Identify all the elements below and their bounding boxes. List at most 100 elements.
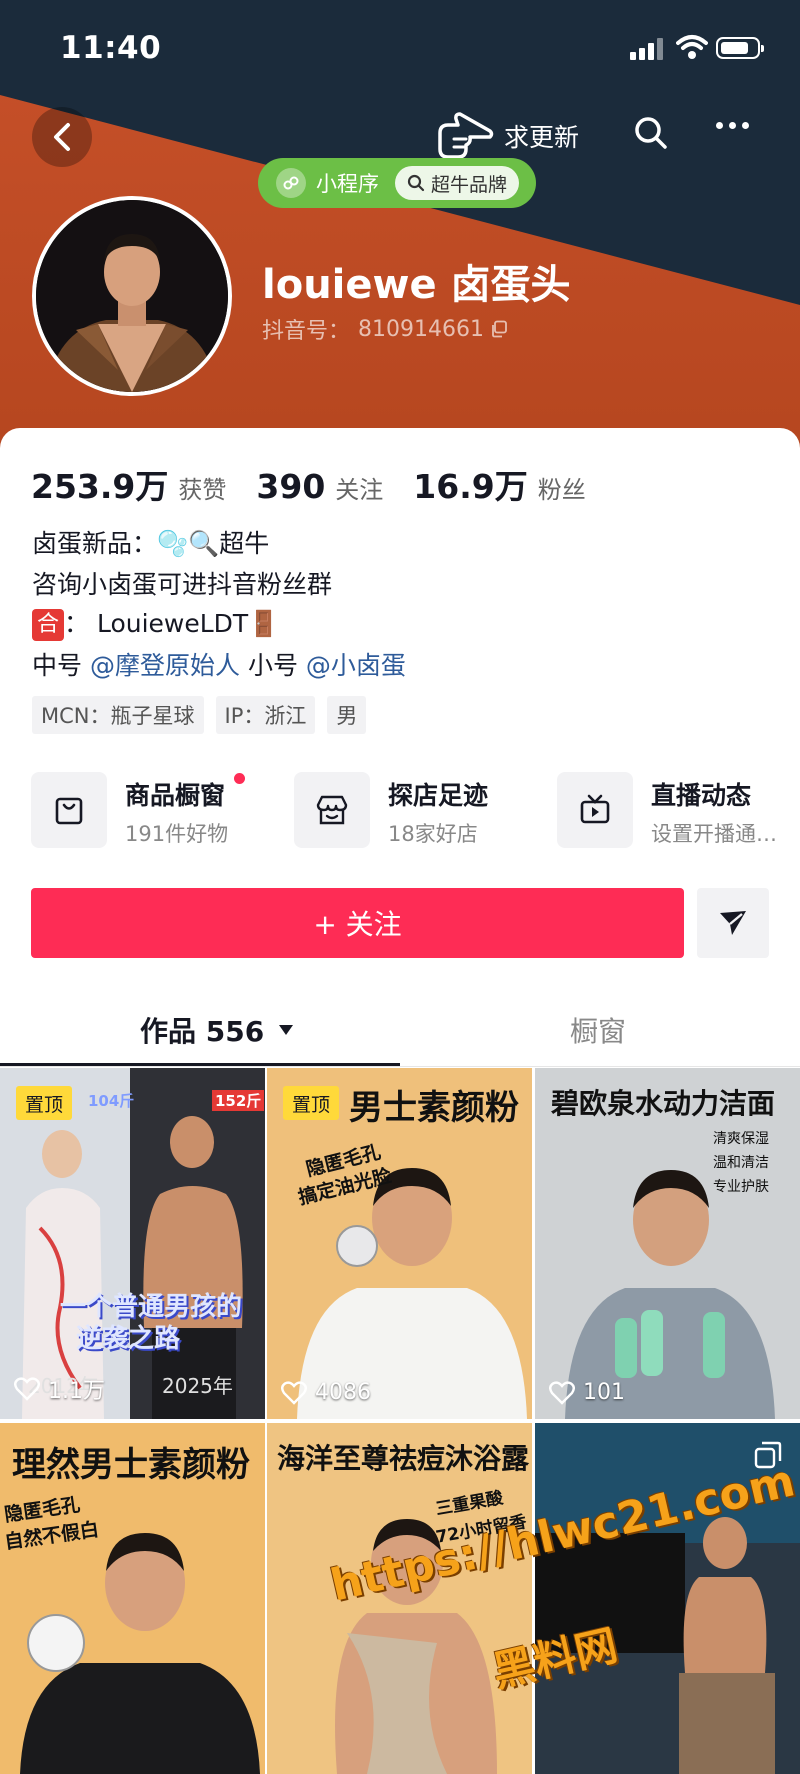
like-count-value: 101	[583, 1380, 625, 1405]
mini-program-banner[interactable]: 小程序 超牛品牌	[258, 158, 536, 208]
video-overlay-text: 152斤	[212, 1090, 265, 1111]
video-thumbnail[interactable]: 理然男士素颜粉 隐匿毛孔 自然不假白	[0, 1423, 265, 1774]
search-icon[interactable]	[633, 115, 669, 151]
stat-label: 粉丝	[537, 476, 586, 504]
stat-likes[interactable]: 253.9万 获赞	[31, 460, 226, 508]
feature-title: 探店足迹	[388, 781, 489, 810]
wifi-icon	[676, 35, 708, 59]
status-bar: 11:40	[0, 28, 800, 68]
bio-text: 超牛	[219, 529, 270, 558]
tab-divider	[0, 1066, 800, 1067]
bio-line-1: 卤蛋新品：🫧🔍超牛	[32, 524, 269, 560]
request-update-button[interactable]: 求更新	[436, 110, 579, 162]
video-overlay-text: 专业护肤	[713, 1179, 769, 1195]
tag-ip: IP：浙江	[215, 696, 316, 734]
bio-line-2: 咨询小卤蛋可进抖音粉丝群	[32, 570, 333, 599]
tag-gender: 男	[327, 696, 367, 734]
stat-value: 390	[256, 467, 326, 506]
tab-window[interactable]: 橱窗	[570, 1010, 626, 1050]
battery-icon	[716, 37, 764, 59]
feature-store-visits[interactable]: 探店足迹 18家好店	[294, 770, 534, 850]
share-button[interactable]	[697, 888, 769, 958]
douyin-id-value: 810914661	[358, 316, 484, 342]
stat-following[interactable]: 390 关注	[256, 467, 383, 506]
bio-line-3: 合： LouieweLDT🚪	[32, 604, 279, 641]
video-overlay-text: 温和清洁	[713, 1155, 769, 1171]
heart-icon	[14, 1377, 40, 1401]
bio-text: 中号	[32, 651, 83, 680]
bio-text: ：	[64, 609, 90, 638]
like-count: 4086	[281, 1380, 371, 1405]
video-thumbnail[interactable]: 碧欧泉水动力洁面 清爽保湿 温和清洁 专业护肤 101	[535, 1068, 800, 1419]
bio-line-4: 中号 @摩登原始人 小号 @小卤蛋	[32, 646, 406, 682]
video-overlay-text: 碧欧泉水动力洁面	[551, 1087, 776, 1120]
video-overlay-text: 清爽保湿	[713, 1131, 769, 1147]
bio-text: 小号	[247, 651, 298, 680]
request-update-label: 求更新	[504, 123, 580, 152]
profile-stats: 253.9万 获赞 390 关注 16.9万 粉丝	[31, 460, 616, 508]
feature-subtitle: 设置开播通…	[651, 822, 777, 846]
copy-icon[interactable]	[490, 320, 508, 338]
stat-value: 253.9万	[31, 467, 169, 506]
video-overlay-text: 理然男士素颜粉	[12, 1445, 250, 1485]
douyin-id-label: 抖音号：	[262, 319, 351, 344]
heart-icon	[549, 1380, 575, 1405]
bag-icon	[31, 772, 107, 848]
brand-chip[interactable]: 超牛品牌	[395, 166, 520, 200]
caret-down-icon	[279, 1025, 294, 1035]
mini-program-label: 小程序	[316, 172, 379, 196]
like-count-value: 1.1万	[48, 1379, 105, 1404]
video-overlay-text: 2025年	[162, 1374, 233, 1398]
he-badge-icon: 合	[32, 609, 64, 641]
douyin-id: 抖音号： 810914661	[262, 313, 508, 345]
profile-tags: MCN：瓶子星球 IP：浙江 男	[32, 696, 367, 734]
like-count: 101	[549, 1380, 625, 1405]
video-overlay-text: 海洋至尊祛痘沐浴露	[277, 1442, 530, 1475]
follow-button[interactable]: + 关注	[31, 888, 684, 958]
feature-subtitle: 18家好店	[388, 822, 478, 846]
door-icon: 🚪	[248, 609, 280, 638]
feature-title: 直播动态	[651, 781, 752, 810]
send-icon	[720, 911, 746, 935]
notification-dot	[234, 773, 245, 784]
stat-label: 获赞	[178, 476, 227, 504]
mini-program-icon	[276, 168, 306, 198]
tab-label: 作品 556	[140, 1015, 265, 1048]
feature-title: 商品橱窗	[125, 781, 226, 810]
feature-product-window[interactable]: 商品橱窗 191件好物	[31, 770, 271, 850]
status-time: 11:40	[60, 30, 162, 66]
brand-chip-label: 超牛品牌	[431, 173, 508, 196]
like-count-value: 4086	[315, 1380, 371, 1405]
shop-icon	[294, 772, 370, 848]
heart-icon	[281, 1380, 307, 1405]
feature-subtitle: 191件好物	[125, 822, 229, 846]
feature-live-updates[interactable]: 直播动态 设置开播通…	[557, 770, 797, 850]
video-thumbnail[interactable]: 置顶 104斤 152斤 一个普通男孩的 逆袭之路 2012年 2025年 1.…	[0, 1068, 265, 1419]
pointing-hand-icon	[438, 112, 494, 159]
bio-emoji: 🫧🔍	[157, 529, 220, 558]
video-overlay-text: 104斤	[88, 1092, 135, 1110]
video-overlay-text: 男士素颜粉	[349, 1088, 519, 1128]
pinned-badge: 置顶	[16, 1086, 73, 1120]
stat-followers[interactable]: 16.9万 粉丝	[413, 460, 585, 508]
profile-name: louiewe 卤蛋头	[262, 262, 571, 308]
tag-mcn[interactable]: MCN：瓶子星球	[32, 696, 204, 734]
stat-value: 16.9万	[413, 467, 528, 506]
bio-text: LouieweLDT	[96, 609, 249, 638]
mention-link[interactable]: @小卤蛋	[306, 651, 406, 680]
tv-icon	[557, 772, 633, 848]
back-button[interactable]	[32, 107, 92, 167]
like-count: 1.1万	[14, 1373, 105, 1405]
tab-works[interactable]: 作品 556	[140, 1010, 294, 1050]
search-icon	[407, 174, 425, 192]
video-thumbnail[interactable]: 置顶 男士素颜粉 隐匿毛孔 搞定油光脸 4086	[267, 1068, 532, 1419]
pinned-badge: 置顶	[283, 1086, 340, 1120]
cellular-signal-icon	[630, 38, 666, 60]
video-thumbnail[interactable]: 海洋至尊祛痘沐浴露 三重果酸 72小时留香	[267, 1423, 532, 1774]
bio-text: 卤蛋新品：	[32, 529, 158, 558]
avatar[interactable]	[32, 196, 232, 396]
chevron-left-icon	[54, 123, 70, 151]
more-options-button[interactable]	[716, 122, 749, 129]
mention-link[interactable]: @摩登原始人	[90, 651, 240, 680]
video-overlay-text: 逆袭之路	[76, 1324, 181, 1354]
